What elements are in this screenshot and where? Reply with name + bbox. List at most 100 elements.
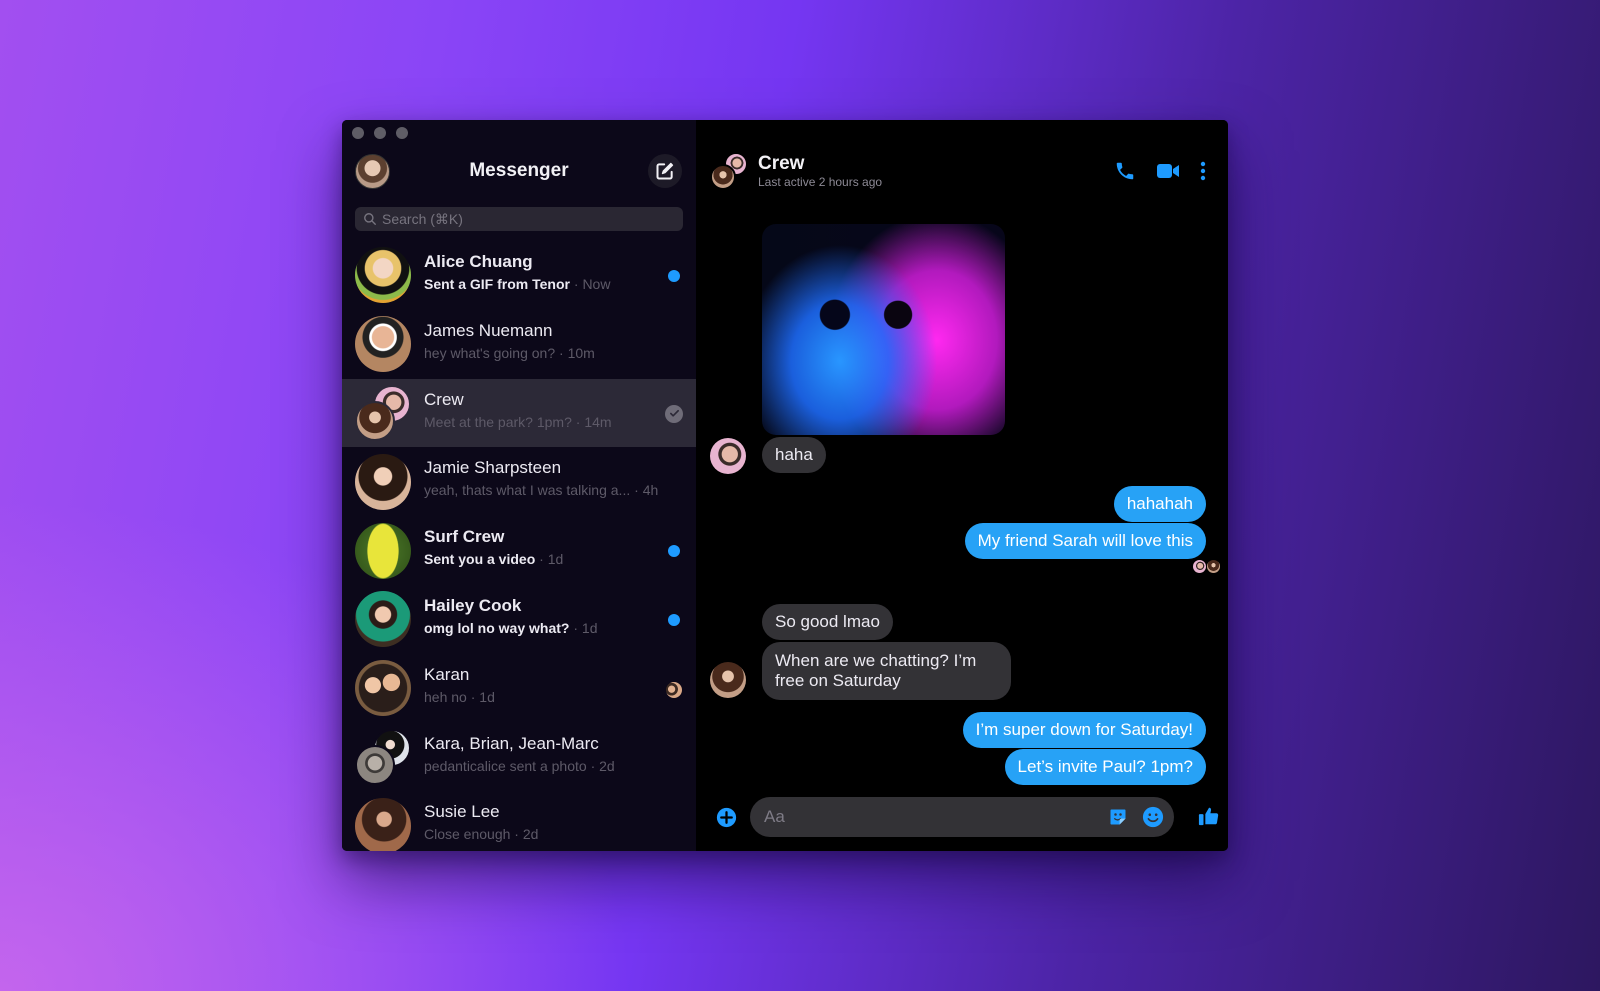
search-input[interactable] — [382, 211, 662, 227]
conversation-text: Crew Meet at the park? 1pm? · 14m — [424, 389, 656, 433]
chat-title[interactable]: Crew — [758, 153, 804, 175]
message-incoming[interactable]: So good lmao — [762, 604, 893, 640]
message-field[interactable] — [750, 797, 1174, 837]
conversation-item[interactable]: Susie Lee Close enough · 2d — [342, 791, 696, 851]
conversation-item[interactable]: Hailey Cook omg lol no way what? · 1d — [342, 585, 696, 654]
avatar — [355, 660, 411, 717]
sidebar-header: Messenger — [342, 152, 696, 192]
conversation-item[interactable]: James Nuemann hey what's going on? · 10m — [342, 310, 696, 379]
conversation-item[interactable]: Alice Chuang Sent a GIF from Tenor · Now — [342, 241, 696, 310]
sender-avatar — [710, 438, 746, 474]
chat-actions — [1114, 160, 1206, 182]
conversation-preview: Sent you a video · 1d — [424, 548, 656, 570]
search-bar[interactable] — [355, 207, 683, 231]
conversation-text: Susie Lee Close enough · 2d — [424, 801, 656, 845]
preview-text: omg lol no way what? — [424, 619, 570, 636]
voice-call-button[interactable] — [1114, 160, 1136, 182]
conversation-preview: omg lol no way what? · 1d — [424, 617, 656, 639]
conversation-name: Karan — [424, 664, 470, 684]
emoji-icon — [1142, 806, 1164, 828]
read-receipt-avatar — [1193, 560, 1206, 573]
video-call-button[interactable] — [1156, 161, 1180, 181]
message-outgoing[interactable]: My friend Sarah will love this — [964, 523, 1206, 559]
close-window-button[interactable] — [352, 127, 364, 139]
conversation-text: James Nuemann hey what's going on? · 10m — [424, 320, 656, 364]
separator: · — [555, 344, 568, 361]
thumbs-up-button[interactable] — [1198, 805, 1220, 827]
group-avatar — [355, 728, 411, 785]
avatar — [355, 247, 411, 304]
conversation-item-active[interactable]: Crew Meet at the park? 1pm? · 14m — [342, 378, 696, 448]
avatar — [355, 744, 395, 785]
conversation-name: Susie Lee — [424, 802, 500, 822]
emoji-button[interactable] — [1142, 806, 1164, 828]
group-avatar[interactable] — [710, 152, 748, 190]
read-receipt-avatar — [1207, 560, 1220, 573]
more-options-button[interactable] — [1200, 161, 1206, 181]
read-receipts — [1193, 560, 1220, 573]
search-icon — [364, 213, 376, 225]
conversation-text: Alice Chuang Sent a GIF from Tenor · Now — [424, 251, 656, 295]
timestamp: 1d — [581, 619, 598, 636]
separator: · — [586, 757, 600, 774]
preview-text: heh no — [424, 688, 467, 705]
avatar — [710, 164, 736, 190]
preview-text: hey what's going on? — [424, 344, 556, 361]
message-outgoing[interactable]: hahahah — [1113, 486, 1206, 522]
sent-status — [665, 404, 683, 423]
conversation-text: Hailey Cook omg lol no way what? · 1d — [424, 595, 656, 639]
message-outgoing[interactable]: Let’s invite Paul? 1pm? — [1004, 749, 1206, 785]
preview-text: pedanticalice sent a photo — [424, 757, 587, 774]
conversation-name: Surf Crew — [424, 527, 505, 547]
preview-text: Sent you a video — [424, 551, 536, 568]
group-avatar — [355, 384, 411, 441]
phone-icon — [1116, 162, 1134, 180]
conversation-preview: Sent a GIF from Tenor · Now — [424, 273, 656, 295]
separator: · — [569, 619, 582, 636]
preview-text: yeah, thats what I was talking a... — [424, 482, 631, 499]
message-input[interactable] — [764, 797, 1084, 837]
cat-gif-image[interactable] — [762, 224, 1005, 435]
add-attachment-button[interactable] — [716, 807, 737, 828]
preview-text: Close enough — [424, 826, 511, 843]
separator: · — [535, 551, 548, 568]
conversation-text: Jamie Sharpsteen yeah, thats what I was … — [424, 457, 682, 501]
timestamp: 1d — [547, 551, 564, 568]
separator: · — [569, 276, 583, 292]
avatar — [355, 591, 411, 648]
window-controls — [352, 127, 408, 139]
sticker-button[interactable] — [1108, 807, 1128, 827]
conversation-text: Kara, Brian, Jean-Marc pedanticalice sen… — [424, 733, 656, 777]
conversation-item[interactable]: Jamie Sharpsteen yeah, thats what I was … — [342, 447, 696, 516]
chat-status: Last active 2 hours ago — [758, 175, 883, 189]
conversation-item[interactable]: Surf Crew Sent you a video · 1d — [342, 516, 696, 585]
conversation-list: Alice Chuang Sent a GIF from Tenor · Now… — [342, 241, 696, 851]
message-outgoing[interactable]: I’m super down for Saturday! — [962, 712, 1206, 748]
preview-text: Sent a GIF from Tenor — [424, 276, 570, 292]
conversation-text: Karan heh no · 1d — [424, 664, 656, 708]
conversation-item[interactable]: Kara, Brian, Jean-Marc pedanticalice sen… — [342, 723, 696, 792]
zoom-window-button[interactable] — [396, 127, 408, 139]
add-icon — [716, 807, 737, 828]
avatar — [355, 797, 411, 851]
avatar — [355, 453, 411, 510]
message-composer — [696, 797, 1228, 837]
video-camera-icon — [1157, 164, 1179, 178]
sticker-icon — [1110, 809, 1126, 825]
message-incoming[interactable]: When are we chatting? I’m free on Saturd… — [762, 642, 1011, 700]
unread-indicator — [668, 545, 680, 558]
message-incoming[interactable]: haha — [762, 437, 826, 473]
timestamp: 4h — [642, 482, 659, 499]
minimize-window-button[interactable] — [374, 127, 386, 139]
conversation-item[interactable]: Karan heh no · 1d — [342, 654, 696, 723]
compose-button[interactable] — [648, 154, 682, 188]
messenger-window: Messenger Alice Chuang Sent a GIF — [342, 120, 1228, 851]
compose-icon — [656, 162, 674, 180]
seen-receipt-avatar — [666, 681, 682, 698]
timestamp: Now — [582, 276, 611, 292]
sidebar: Messenger Alice Chuang Sent a GIF — [342, 120, 696, 851]
timestamp: 2d — [522, 826, 539, 843]
avatar — [355, 400, 395, 441]
avatar — [355, 316, 411, 373]
timestamp: 14m — [584, 413, 612, 430]
